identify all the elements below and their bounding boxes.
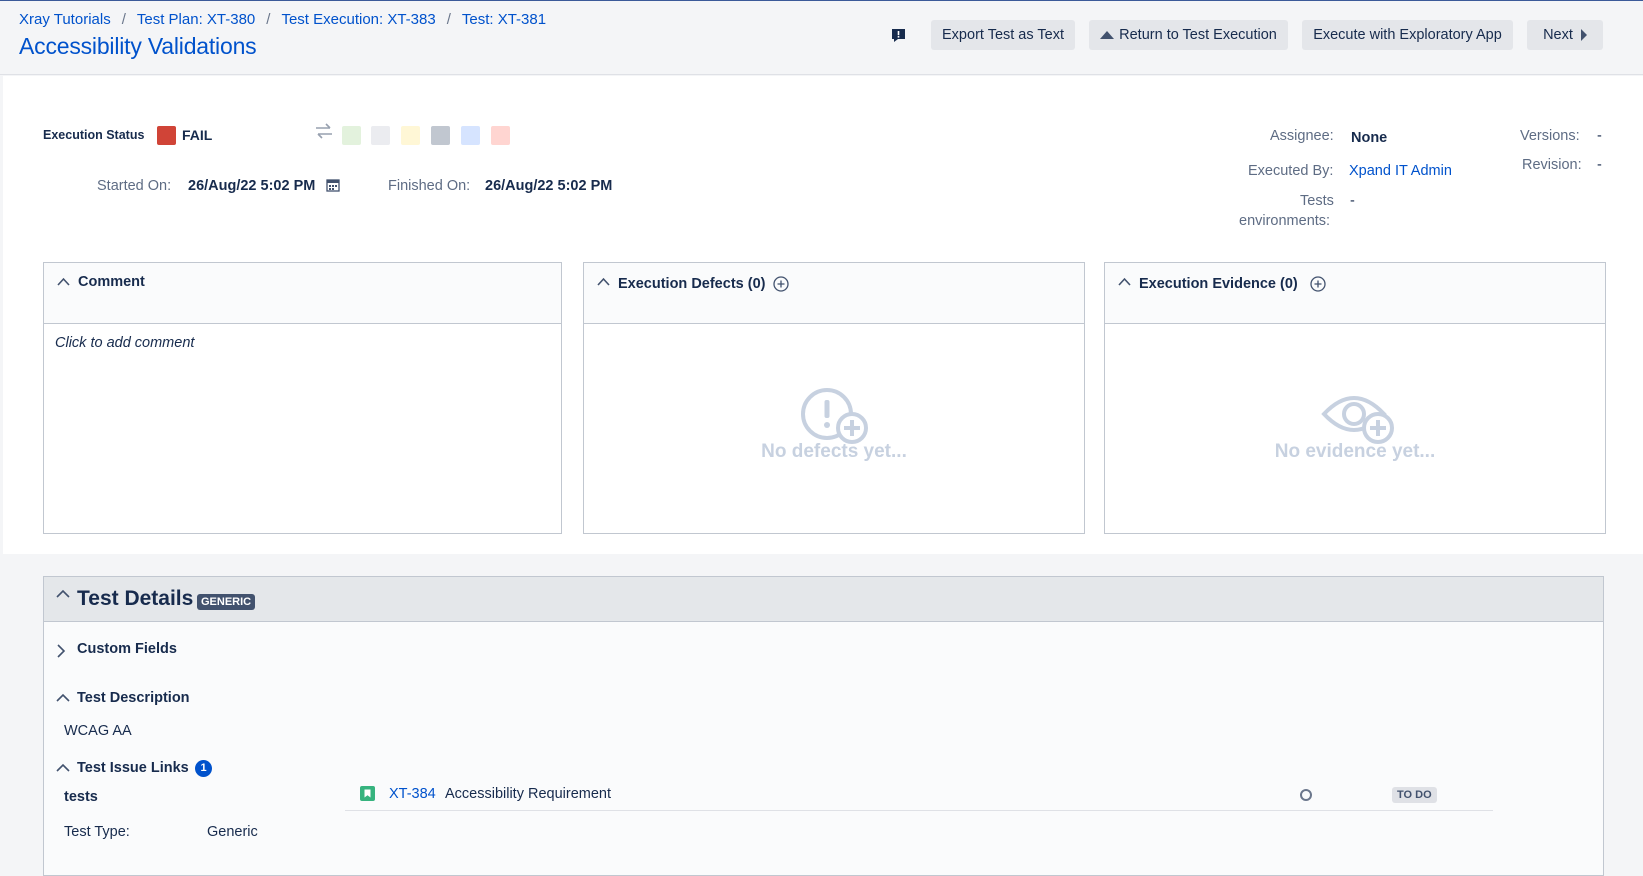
status-option-pass[interactable] xyxy=(342,126,361,145)
versions-value: - xyxy=(1597,128,1602,144)
test-issue-links-toggle[interactable]: Test Issue Links xyxy=(77,760,189,776)
breadcrumb: Xray Tutorials / Test Plan: XT-380 / Tes… xyxy=(19,11,546,28)
status-option-blocked[interactable] xyxy=(461,126,480,145)
breadcrumb-separator: / xyxy=(121,11,126,28)
test-description-text: WCAG AA xyxy=(64,723,132,739)
started-on-value: 26/Aug/22 5:02 PM xyxy=(188,178,316,194)
calendar-icon[interactable] xyxy=(326,178,340,192)
evidence-title: Execution Evidence (0) xyxy=(1139,276,1298,292)
issue-links-count-badge: 1 xyxy=(195,760,212,777)
chevron-up-icon[interactable] xyxy=(56,693,70,703)
no-evidence-icon xyxy=(1321,396,1394,444)
revision-value: - xyxy=(1597,157,1602,173)
status-option-fail[interactable] xyxy=(491,126,510,145)
test-details-header[interactable]: Test Details GENERIC xyxy=(44,577,1603,622)
chevron-up-icon[interactable] xyxy=(597,277,610,287)
comment-title: Comment xyxy=(78,274,145,290)
breadcrumb-separator: / xyxy=(266,11,271,28)
status-option-executing[interactable] xyxy=(401,126,420,145)
add-evidence-icon[interactable] xyxy=(1310,276,1326,292)
export-test-label: Export Test as Text xyxy=(942,27,1064,43)
next-button[interactable]: Next xyxy=(1527,20,1603,50)
breadcrumb-test-execution[interactable]: Test Execution: XT-383 xyxy=(281,11,435,28)
feedback-icon[interactable] xyxy=(891,28,906,43)
custom-fields-toggle[interactable]: Custom Fields xyxy=(77,641,177,657)
return-label: Return to Test Execution xyxy=(1119,27,1277,43)
chevron-up-icon[interactable] xyxy=(1118,277,1131,287)
comment-input[interactable]: Click to add comment xyxy=(55,335,194,351)
execution-main: Execution Status FAIL Started On: 26/Aug… xyxy=(3,76,1643,554)
swap-icon[interactable] xyxy=(314,123,334,139)
executed-by-label: Executed By: xyxy=(1248,163,1334,179)
tests-environments-value: - xyxy=(1350,193,1355,209)
issue-key-link[interactable]: XT-384 xyxy=(389,786,436,802)
assignee-label: Assignee: xyxy=(1270,128,1334,144)
export-test-button[interactable]: Export Test as Text xyxy=(931,20,1075,50)
finished-on-label: Finished On: xyxy=(388,178,471,194)
status-value: FAIL xyxy=(182,127,213,143)
issue-status-lozenge: TO DO xyxy=(1392,787,1437,803)
status-fail-swatch[interactable] xyxy=(157,126,176,145)
defects-title: Execution Defects (0) xyxy=(618,276,766,292)
arrow-up-icon xyxy=(1100,31,1115,39)
next-label: Next xyxy=(1543,27,1573,43)
chevron-right-icon[interactable] xyxy=(56,644,66,658)
execution-status-label: Execution Status xyxy=(43,128,145,142)
status-option-aborted[interactable] xyxy=(431,126,450,145)
page-title: Accessibility Validations xyxy=(19,33,257,59)
versions-label: Versions: xyxy=(1520,128,1580,144)
test-details-section: Test Details GENERIC Custom Fields Test … xyxy=(43,576,1604,876)
executed-by-link[interactable]: Xpand IT Admin xyxy=(1349,163,1452,179)
no-defects-text: No defects yet... xyxy=(761,441,907,462)
status-option-todo[interactable] xyxy=(371,126,390,145)
comment-panel: Comment Click to add comment xyxy=(43,262,562,534)
tests-environments-label-line1: Tests xyxy=(1300,193,1334,209)
comment-panel-header[interactable]: Comment xyxy=(44,263,561,324)
test-description-toggle[interactable]: Test Description xyxy=(77,690,190,706)
no-defects-icon xyxy=(801,388,868,444)
tests-environments-label-line2: environments: xyxy=(1239,213,1331,229)
execution-evidence-panel: Execution Evidence (0) No evidence yet..… xyxy=(1104,262,1606,534)
priority-circle-icon xyxy=(1300,789,1312,801)
breadcrumb-test[interactable]: Test: XT-381 xyxy=(462,11,546,28)
evidence-panel-header[interactable]: Execution Evidence (0) xyxy=(1105,263,1605,324)
breadcrumb-project[interactable]: Xray Tutorials xyxy=(19,11,111,28)
story-icon xyxy=(360,786,375,801)
started-on-label: Started On: xyxy=(97,178,172,194)
no-evidence-text: No evidence yet... xyxy=(1274,441,1436,462)
test-type-value: Generic xyxy=(207,824,258,840)
assignee-value[interactable]: None xyxy=(1351,130,1387,146)
exploratory-label: Execute with Exploratory App xyxy=(1313,27,1502,43)
add-defect-icon[interactable] xyxy=(773,276,789,292)
execution-defects-panel: Execution Defects (0) No defects yet... xyxy=(583,262,1085,534)
return-to-execution-button[interactable]: Return to Test Execution xyxy=(1089,20,1288,50)
test-details-title: Test Details xyxy=(77,587,194,610)
exploratory-app-button[interactable]: Execute with Exploratory App xyxy=(1302,20,1513,50)
issue-link-row[interactable]: XT-384 Accessibility Requirement TO DO xyxy=(345,782,1493,811)
test-type-label: Test Type: xyxy=(64,824,130,840)
finished-on-value: 26/Aug/22 5:02 PM xyxy=(485,178,613,194)
link-relation-label: tests xyxy=(64,789,98,805)
issue-summary: Accessibility Requirement xyxy=(445,786,612,802)
breadcrumb-separator: / xyxy=(446,11,451,28)
chevron-up-icon[interactable] xyxy=(56,763,70,773)
breadcrumb-test-plan[interactable]: Test Plan: XT-380 xyxy=(137,11,255,28)
defects-panel-header[interactable]: Execution Defects (0) xyxy=(584,263,1084,324)
revision-label: Revision: xyxy=(1522,157,1582,173)
chevron-up-icon[interactable] xyxy=(57,277,70,287)
chevron-up-icon[interactable] xyxy=(56,589,70,599)
arrow-right-icon xyxy=(1580,29,1587,41)
page-header: Xray Tutorials / Test Plan: XT-380 / Tes… xyxy=(0,1,1643,75)
test-type-badge: GENERIC xyxy=(197,594,256,610)
